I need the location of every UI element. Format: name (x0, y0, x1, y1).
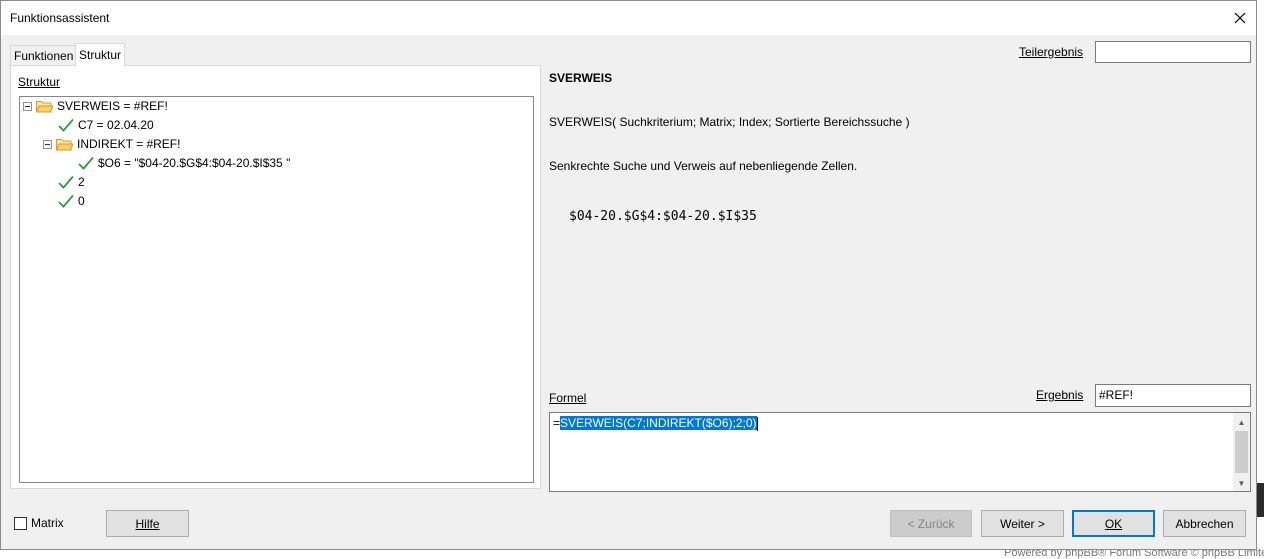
folder-icon (56, 138, 73, 150)
tree-node-label: 0 (78, 194, 85, 208)
cancel-button[interactable]: Abbrechen (1163, 510, 1246, 537)
formula-scrollbar[interactable]: ▲ ▼ (1233, 413, 1250, 491)
titlebar: Funktionsassistent (1, 1, 1256, 35)
matrix-label: Matrix (31, 516, 64, 530)
ok-button[interactable]: OK (1072, 510, 1155, 537)
function-signature: SVERWEIS( Suchkriterium; Matrix; Index; … (549, 115, 910, 129)
folder-icon (36, 100, 53, 112)
tree-node-o6[interactable]: $O6 = "$04-20.$G$4:$04-20.$I$35 " (78, 154, 290, 172)
tree-node-label: C7 = 02.04.20 (78, 118, 154, 132)
formula-label: Formel (549, 391, 587, 405)
structure-panel: Struktur SVERWEIS = #REF! C7 = 02.04.20 … (10, 65, 541, 489)
back-button[interactable]: < Zurück (890, 510, 972, 537)
check-icon (58, 118, 74, 132)
text-caret (756, 416, 758, 431)
collapse-icon[interactable] (43, 139, 52, 149)
formula-text[interactable]: =SVERWEIS(C7;INDIREKT($O6);2;0) (553, 416, 758, 431)
close-icon (1234, 12, 1246, 24)
matrix-option[interactable]: Matrix (14, 516, 64, 530)
close-button[interactable] (1224, 1, 1256, 35)
tab-functions[interactable]: Funktionen (10, 45, 78, 65)
scroll-thumb[interactable] (1235, 431, 1248, 473)
structure-tree[interactable]: SVERWEIS = #REF! C7 = 02.04.20 INDIREKT … (19, 96, 534, 483)
tree-node-label: $O6 = "$04-20.$G$4:$04-20.$I$35 " (98, 156, 291, 170)
tree-node-c7[interactable]: C7 = 02.04.20 (58, 116, 154, 134)
result-field[interactable]: #REF! (1095, 384, 1251, 407)
function-name: SVERWEIS (549, 71, 613, 85)
tree-node-label: SVERWEIS = #REF! (57, 99, 168, 113)
help-button[interactable]: Hilfe (106, 510, 189, 537)
check-icon (78, 156, 94, 170)
matrix-checkbox[interactable] (14, 516, 27, 530)
partial-result-field[interactable] (1095, 41, 1251, 63)
formula-input[interactable]: =SVERWEIS(C7;INDIREKT($O6);2;0) ▲ ▼ (549, 412, 1251, 492)
formula-selection: SVERWEIS(C7;INDIREKT($O6);2;0) (560, 416, 757, 430)
tree-node-label: INDIREKT = #REF! (77, 137, 181, 151)
next-button[interactable]: Weiter > (981, 510, 1064, 537)
scroll-down-icon[interactable]: ▼ (1233, 475, 1250, 491)
tree-node-indirekt[interactable]: INDIREKT = #REF! (43, 135, 180, 153)
structure-label: Struktur (18, 75, 61, 89)
function-wizard-dialog: Funktionsassistent Funktionen Struktur S… (0, 0, 1257, 550)
collapse-icon[interactable] (23, 101, 32, 111)
scroll-up-icon[interactable]: ▲ (1233, 414, 1250, 430)
tree-node-2[interactable]: 2 (58, 173, 85, 191)
result-label: Ergebnis (1036, 388, 1084, 402)
argument-value: $04-20.$G$4:$04-20.$I$35 (569, 209, 757, 224)
tree-node-0[interactable]: 0 (58, 192, 85, 210)
window-title: Funktionsassistent (10, 11, 110, 25)
check-icon (58, 175, 74, 189)
partial-result-label: Teilergebnis (1019, 45, 1084, 59)
function-description: Senkrechte Suche und Verweis auf nebenli… (549, 159, 858, 173)
tree-node-label: 2 (78, 175, 85, 189)
background-page-dark-strip (1257, 483, 1264, 517)
tab-structure[interactable]: Struktur (75, 43, 126, 66)
check-icon (58, 194, 74, 208)
formula-prefix: = (553, 416, 561, 430)
tree-node-sverweis[interactable]: SVERWEIS = #REF! (23, 97, 168, 115)
background-page (1257, 0, 1264, 557)
